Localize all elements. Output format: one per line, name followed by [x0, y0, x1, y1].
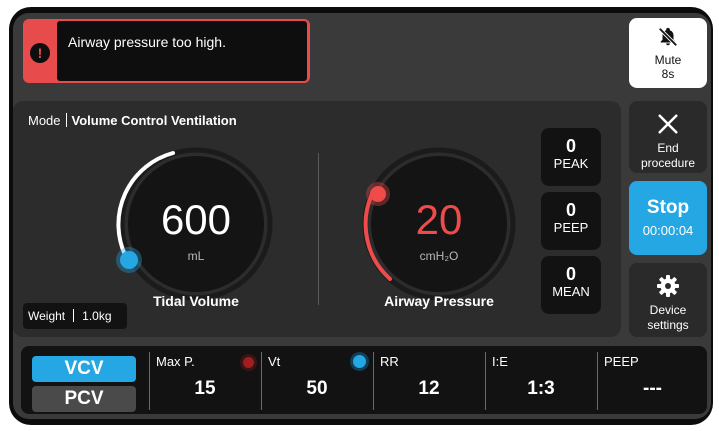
- airway-pressure-label: Airway Pressure: [384, 293, 494, 309]
- blue-status-dot: [353, 355, 366, 368]
- stat-mean-name: MEAN: [552, 284, 590, 299]
- param-peep-value: ---: [643, 378, 662, 399]
- screen: ! Airway pressure too high. Mute 8s Mode…: [13, 13, 711, 419]
- tidal-volume-value: 600: [160, 196, 232, 243]
- param-vt[interactable]: Vt 50: [262, 352, 372, 410]
- airway-pressure-unit: cmH₂O: [419, 249, 459, 263]
- weight-box[interactable]: Weight 1.0kg: [23, 303, 127, 329]
- mode-label: Mode: [28, 113, 61, 128]
- param-max-pressure-value: 15: [194, 378, 216, 399]
- stat-mean: 0 MEAN: [541, 256, 601, 314]
- stat-peak-value: 0: [565, 136, 576, 156]
- param-ie-ratio-value: 1:3: [527, 378, 555, 399]
- mute-label: Mute: [654, 53, 682, 67]
- device-settings-label-1: Device: [649, 303, 687, 317]
- param-ie-ratio[interactable]: I:E 1:3: [486, 352, 596, 410]
- stop-timer: 00:00:04: [642, 223, 694, 238]
- mode-value: Volume Control Ventilation: [71, 113, 237, 128]
- param-max-pressure-name: Max P.: [156, 354, 195, 369]
- tidal-volume-unit: mL: [187, 249, 205, 263]
- stat-mean-value: 0: [565, 264, 576, 284]
- param-rr-name: RR: [380, 354, 399, 369]
- gauge-divider: [318, 153, 319, 305]
- alert-icon: !: [30, 43, 50, 63]
- main-panel: Mode Volume Control Ventilation 600 mL Ti…: [13, 101, 621, 337]
- airway-pressure-value: 20: [415, 196, 463, 243]
- stat-peak-name: PEAK: [553, 156, 589, 171]
- pcv-mode-button[interactable]: PCV: [32, 386, 136, 412]
- red-status-dot: [243, 357, 254, 368]
- param-rr[interactable]: RR 12: [374, 352, 484, 410]
- vcv-mode-button[interactable]: VCV: [32, 356, 136, 382]
- stat-peak: 0 PEAK: [541, 128, 601, 186]
- param-peep-name: PEEP: [604, 354, 639, 369]
- stat-peep-value: 0: [565, 200, 576, 220]
- close-icon: [658, 114, 678, 134]
- weight-value: 1.0kg: [82, 309, 112, 323]
- alarm-message-box: Airway pressure too high.: [57, 21, 307, 81]
- param-vt-value: 50: [306, 378, 328, 399]
- bottom-parameter-panel: VCV PCV Max P. 15 Vt 50 RR 12 I:E 1:3 PE…: [21, 346, 707, 414]
- device-settings-button[interactable]: Device settings: [629, 263, 707, 337]
- mode-line: Mode Volume Control Ventilation: [28, 113, 237, 128]
- stat-peep: 0 PEEP: [541, 192, 601, 250]
- stat-peep-name: PEEP: [553, 220, 589, 235]
- alarm-message: Airway pressure too high.: [68, 34, 226, 50]
- param-peep[interactable]: PEEP ---: [598, 352, 707, 410]
- end-procedure-label-2: procedure: [640, 156, 696, 170]
- weight-label: Weight: [28, 309, 66, 323]
- mute-countdown: 8s: [661, 67, 675, 81]
- bell-off-icon: [658, 27, 678, 47]
- param-max-pressure[interactable]: Max P. 15: [150, 352, 260, 410]
- param-vt-name: Vt: [268, 354, 281, 369]
- end-procedure-label-1: End: [657, 141, 679, 155]
- stop-button[interactable]: Stop 00:00:04: [629, 181, 707, 255]
- gear-icon: [657, 275, 679, 297]
- stop-label: Stop: [646, 197, 690, 218]
- end-procedure-button[interactable]: End procedure: [629, 101, 707, 173]
- tidal-volume-label: Tidal Volume: [153, 293, 239, 309]
- param-rr-value: 12: [418, 378, 440, 399]
- alarm-banner[interactable]: ! Airway pressure too high.: [23, 19, 310, 83]
- param-ie-ratio-name: I:E: [492, 354, 508, 369]
- device-settings-label-2: settings: [647, 318, 689, 332]
- mute-button[interactable]: Mute 8s: [629, 18, 707, 88]
